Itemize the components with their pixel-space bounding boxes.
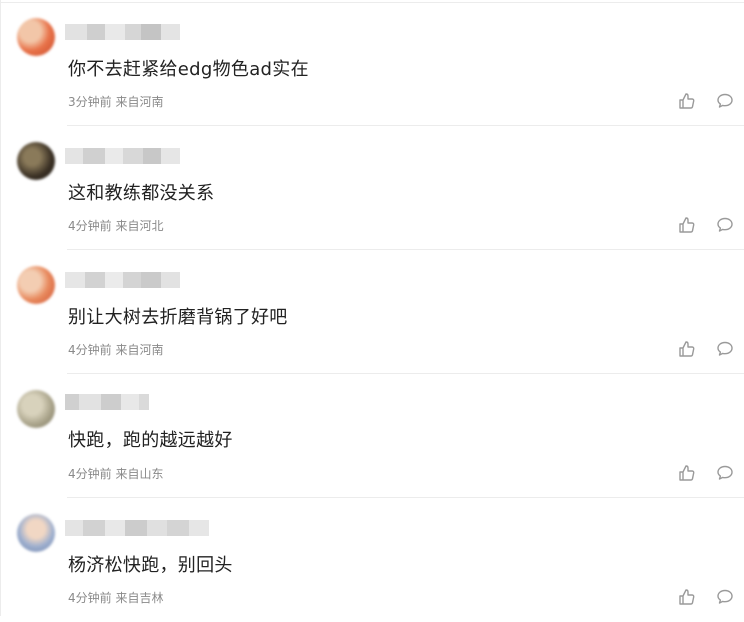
avatar[interactable] <box>17 142 55 180</box>
comment-text: 杨济松快跑，别回头 <box>68 555 233 576</box>
comment-meta: 4分钟前 来自河南 <box>68 341 163 358</box>
comment-time: 4分钟前 <box>68 467 112 481</box>
comment-bubble-icon[interactable] <box>715 215 735 235</box>
comment-bubble-icon[interactable] <box>715 463 735 483</box>
comment-item: 你不去赶紧给edg物色ad实在 3分钟前 来自河南 <box>1 2 744 126</box>
avatar[interactable] <box>17 514 55 552</box>
comment-bubble-icon[interactable] <box>715 91 735 111</box>
comment-meta: 4分钟前 来自吉林 <box>68 589 163 606</box>
thumbs-up-icon[interactable] <box>677 463 697 483</box>
username-blurred[interactable] <box>65 148 180 164</box>
comment-time: 4分钟前 <box>68 219 112 233</box>
comment-time: 3分钟前 <box>68 95 112 109</box>
thumbs-up-icon[interactable] <box>677 91 697 111</box>
comment-item: 这和教练都没关系 4分钟前 来自河北 <box>1 126 744 250</box>
username-blurred[interactable] <box>65 24 180 40</box>
comment-list: 你不去赶紧给edg物色ad实在 3分钟前 来自河南 这和教练都没关系 4分钟前 … <box>0 0 744 616</box>
comment-bubble-icon[interactable] <box>715 587 735 607</box>
comment-meta: 4分钟前 来自河北 <box>68 217 163 234</box>
comment-item: 别让大树去折磨背锅了好吧 4分钟前 来自河南 <box>1 250 744 374</box>
comment-location: 来自河南 <box>115 95 164 109</box>
comment-meta: 3分钟前 来自河南 <box>68 93 163 110</box>
thumbs-up-icon[interactable] <box>677 215 697 235</box>
comment-text: 这和教练都没关系 <box>68 183 215 204</box>
comment-item: 快跑，跑的越远越好 4分钟前 来自山东 <box>1 374 744 498</box>
username-blurred[interactable] <box>65 272 180 288</box>
comment-location: 来自吉林 <box>115 591 164 605</box>
comment-location: 来自河北 <box>115 219 164 233</box>
comment-location: 来自河南 <box>115 343 164 357</box>
comment-time: 4分钟前 <box>68 343 112 357</box>
avatar[interactable] <box>17 390 55 428</box>
username-blurred[interactable] <box>65 394 180 410</box>
comment-meta: 4分钟前 来自山东 <box>68 465 163 482</box>
comment-time: 4分钟前 <box>68 591 112 605</box>
thumbs-up-icon[interactable] <box>677 339 697 359</box>
avatar[interactable] <box>17 18 55 56</box>
comment-text: 快跑，跑的越远越好 <box>68 430 233 451</box>
comment-location: 来自山东 <box>115 467 164 481</box>
comment-text: 你不去赶紧给edg物色ad实在 <box>68 59 309 80</box>
username-blurred[interactable] <box>65 520 210 536</box>
comment-text: 别让大树去折磨背锅了好吧 <box>68 307 288 328</box>
avatar[interactable] <box>17 266 55 304</box>
comment-bubble-icon[interactable] <box>715 339 735 359</box>
comment-item: 杨济松快跑，别回头 4分钟前 来自吉林 <box>1 498 744 622</box>
thumbs-up-icon[interactable] <box>677 587 697 607</box>
